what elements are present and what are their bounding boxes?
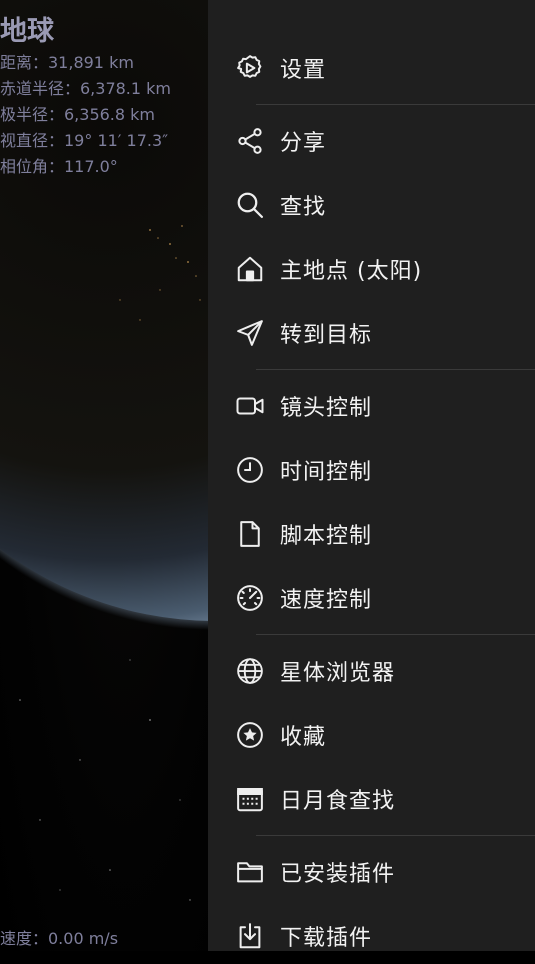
menu-label-goto: 转到目标: [280, 323, 373, 348]
menu-label-settings: 设置: [280, 58, 327, 83]
object-info-panel: 地球 距离：31,891 km 赤道半径：6,378.1 km 极半径：6,35…: [0, 14, 171, 180]
menu-label-browser: 星体浏览器: [280, 661, 396, 686]
menu-item-goto[interactable]: 转到目标: [208, 305, 535, 361]
video-camera-icon: [234, 390, 266, 422]
menu-item-speed[interactable]: 速度控制: [208, 570, 535, 626]
star-icon: [234, 719, 266, 751]
space-view[interactable]: 地球 距离：31,891 km 赤道半径：6,378.1 km 极半径：6,35…: [0, 0, 208, 951]
gear-icon: [234, 52, 266, 84]
apparent-diameter-text: 视直径：19° 11′ 17.3″: [0, 131, 169, 150]
menu-divider: [256, 369, 535, 370]
menu-item-share[interactable]: 分享: [208, 113, 535, 169]
polar-radius-text: 极半径：6,356.8 km: [0, 105, 156, 124]
globe-icon: [234, 655, 266, 687]
menu-item-addons[interactable]: 已安装插件: [208, 844, 535, 900]
object-name: 地球: [0, 16, 54, 47]
menu-divider: [256, 835, 535, 836]
menu-label-script: 脚本控制: [280, 524, 373, 549]
menu-item-time[interactable]: 时间控制: [208, 442, 535, 498]
menu-item-download[interactable]: 下载插件: [208, 908, 535, 964]
menu-label-share: 分享: [280, 131, 327, 156]
menu-label-eclipse: 日月食查找: [280, 789, 396, 814]
send-icon: [234, 317, 266, 349]
menu-item-camera[interactable]: 镜头控制: [208, 378, 535, 434]
menu-label-favorites: 收藏: [280, 725, 327, 750]
menu-label-camera: 镜头控制: [280, 396, 373, 421]
menu-item-home[interactable]: 主地点 (太阳): [208, 241, 535, 297]
menu-item-search[interactable]: 查找: [208, 177, 535, 233]
menu-label-download: 下载插件: [280, 926, 373, 951]
download-icon: [234, 920, 266, 952]
speed-readout: 速度：0.00 m/s: [0, 929, 119, 948]
share-icon: [234, 125, 266, 157]
menu-divider: [256, 104, 535, 105]
speedometer-icon: [234, 582, 266, 614]
menu-divider: [256, 634, 535, 635]
menu-label-time: 时间控制: [280, 460, 373, 485]
menu-label-speed: 速度控制: [280, 588, 373, 613]
menu-item-settings[interactable]: 设置: [208, 40, 535, 96]
calendar-icon: [234, 783, 266, 815]
phase-angle-text: 相位角：117.0°: [0, 157, 118, 176]
distance-text: 距离：31,891 km: [0, 53, 134, 72]
file-icon: [234, 518, 266, 550]
menu-item-script[interactable]: 脚本控制: [208, 506, 535, 562]
navigation-drawer: 设置 分享 查找 主地点 (太阳) 转到目标 镜头控制 时间控制 脚本控制 速度…: [208, 0, 535, 951]
menu-label-home: 主地点 (太阳): [280, 259, 423, 284]
home-icon: [234, 253, 266, 285]
equatorial-radius-text: 赤道半径：6,378.1 km: [0, 79, 172, 98]
clock-icon: [234, 454, 266, 486]
menu-label-search: 查找: [280, 195, 327, 220]
search-icon: [234, 189, 266, 221]
menu-item-eclipse[interactable]: 日月食查找: [208, 771, 535, 827]
menu-item-favorites[interactable]: 收藏: [208, 707, 535, 763]
menu-item-browser[interactable]: 星体浏览器: [208, 643, 535, 699]
menu-label-addons: 已安装插件: [280, 862, 396, 887]
folder-icon: [234, 856, 266, 888]
